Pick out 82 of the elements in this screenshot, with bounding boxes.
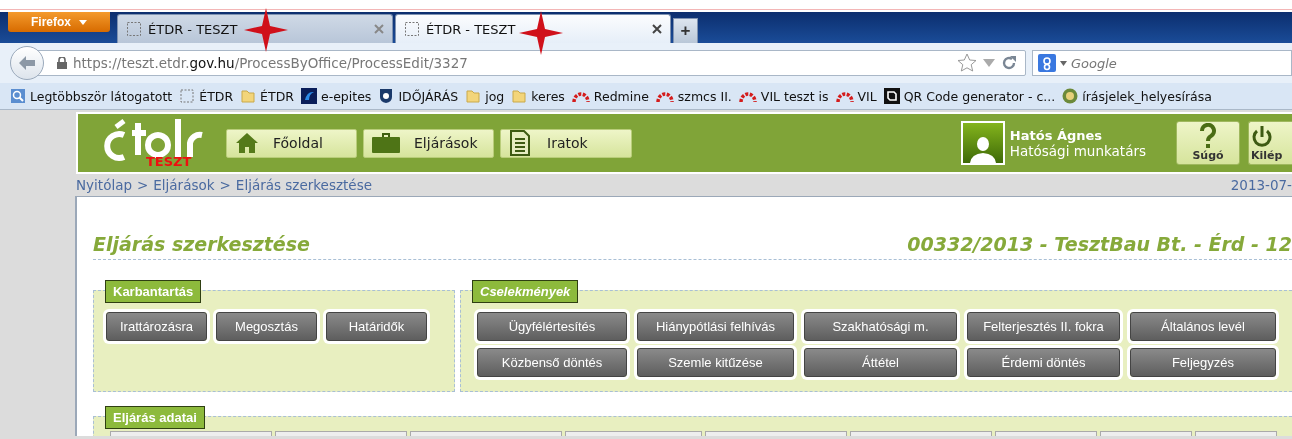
bookmark-link[interactable]: VIL — [857, 88, 877, 104]
close-icon[interactable] — [652, 24, 662, 34]
action-button[interactable]: Felterjesztés II. fokra — [967, 312, 1120, 341]
bookmark-link[interactable]: Legtöbbször látogatott — [30, 88, 173, 104]
briefcase-icon — [372, 133, 400, 153]
lock-icon — [57, 57, 67, 69]
page-icon — [179, 88, 196, 104]
search-engine-icon[interactable] — [1038, 54, 1056, 72]
action-button[interactable]: Áttétel — [804, 348, 957, 377]
action-button[interactable]: Szakhatósági m. — [804, 312, 957, 341]
nav-button[interactable]: Eljárások — [363, 128, 494, 158]
logout-button[interactable]: Kilép — [1248, 121, 1292, 165]
nav-button[interactable]: Főoldal — [226, 128, 357, 158]
action-button[interactable]: Ügyfélértesítés — [477, 312, 627, 341]
breadcrumb-separator: > — [137, 177, 149, 193]
nav-button[interactable]: Iratok — [500, 128, 632, 158]
bookmark-link[interactable]: ÉTDR — [199, 88, 234, 104]
bookmark-link[interactable]: írásjelek_helyesírása — [1082, 88, 1212, 104]
emblem-icon — [1062, 88, 1079, 104]
back-arrow-icon — [18, 55, 36, 71]
bookmark-link[interactable]: Redmine — [593, 88, 649, 104]
bookmark-link[interactable]: keres — [531, 88, 565, 104]
arch-icon — [571, 89, 590, 103]
search-field[interactable]: Google — [1032, 50, 1292, 76]
magnifier-icon — [10, 88, 26, 104]
page-title: Eljárás szerkesztése — [93, 233, 310, 255]
action-button[interactable]: Feljegyzés — [1130, 348, 1276, 377]
browser-tab[interactable]: ÉTDR - TESZT — [117, 14, 393, 43]
reload-icon[interactable] — [1001, 55, 1017, 71]
bookmark-link[interactable]: jog — [485, 88, 505, 104]
user-role: Hatósági munkatárs — [1009, 142, 1146, 159]
logo-label: TESZT — [146, 154, 192, 169]
dropdown-icon[interactable] — [983, 59, 995, 67]
folder-icon — [465, 88, 482, 104]
bookmark-link[interactable]: szmcs II. — [677, 88, 732, 104]
breadcrumb-link[interactable]: Eljárások — [153, 177, 215, 193]
power-icon — [1251, 125, 1273, 149]
back-button[interactable] — [10, 46, 44, 80]
breadcrumb-link[interactable]: Eljárás szerkesztése — [235, 177, 372, 193]
user-name: Hatós Ágnes — [1009, 127, 1104, 143]
date-text: 2013-07- — [1230, 177, 1292, 193]
case-title: 00332/2013 - TesztBau Bt. - Érd - 12 — [907, 233, 1292, 255]
panel-legend: Eljárás adatai — [105, 406, 205, 429]
action-button[interactable]: Határidők — [326, 312, 427, 341]
bookmark-link[interactable]: e-epites — [320, 88, 372, 104]
folder-icon — [240, 88, 257, 104]
shield-icon — [378, 88, 395, 104]
app-icon — [300, 88, 317, 104]
browser-tab[interactable]: ÉTDR - TESZT — [395, 14, 671, 43]
square-icon — [883, 88, 900, 104]
bookmark-link[interactable]: IDŐJÁRÁS — [398, 88, 459, 104]
caret-icon — [79, 19, 87, 25]
page-icon — [404, 21, 420, 37]
action-button[interactable]: Megosztás — [216, 312, 317, 341]
caret-icon — [1060, 60, 1067, 66]
avatar-icon — [960, 121, 1005, 165]
action-button[interactable]: Szemle kitűzése — [637, 348, 794, 377]
star-mark — [244, 8, 288, 52]
action-button[interactable]: Irattározásra — [106, 312, 207, 341]
help-button[interactable]: Súgó — [1176, 121, 1240, 165]
action-button[interactable]: Hiánypótlási felhívás — [637, 312, 794, 341]
arch-icon — [835, 89, 854, 103]
bookmark-link[interactable]: VIL teszt is — [760, 88, 829, 104]
action-button[interactable]: Általános levél — [1130, 312, 1276, 341]
bookmark-link[interactable]: QR Code generator - c... — [903, 88, 1056, 104]
breadcrumb-separator: > — [219, 177, 231, 193]
page-icon — [126, 21, 142, 37]
bookmark-link[interactable]: ÉTDR — [260, 88, 294, 104]
new-tab-button[interactable]: + — [673, 18, 698, 43]
star-mark — [519, 11, 563, 55]
action-button[interactable]: Érdemi döntés — [967, 348, 1120, 377]
arch-icon — [738, 89, 757, 103]
document-icon — [509, 130, 531, 156]
action-button[interactable]: Közbenső döntés — [477, 348, 627, 377]
arch-icon — [655, 89, 674, 103]
house-icon — [235, 132, 259, 154]
star-icon[interactable] — [957, 53, 977, 73]
question-mark-icon — [1198, 123, 1218, 149]
breadcrumb-link[interactable]: Nyitólap — [76, 177, 132, 193]
folder-icon — [511, 88, 528, 104]
panel-legend: Karbantartás — [105, 280, 202, 303]
panel-legend: Cselekmények — [472, 280, 579, 303]
